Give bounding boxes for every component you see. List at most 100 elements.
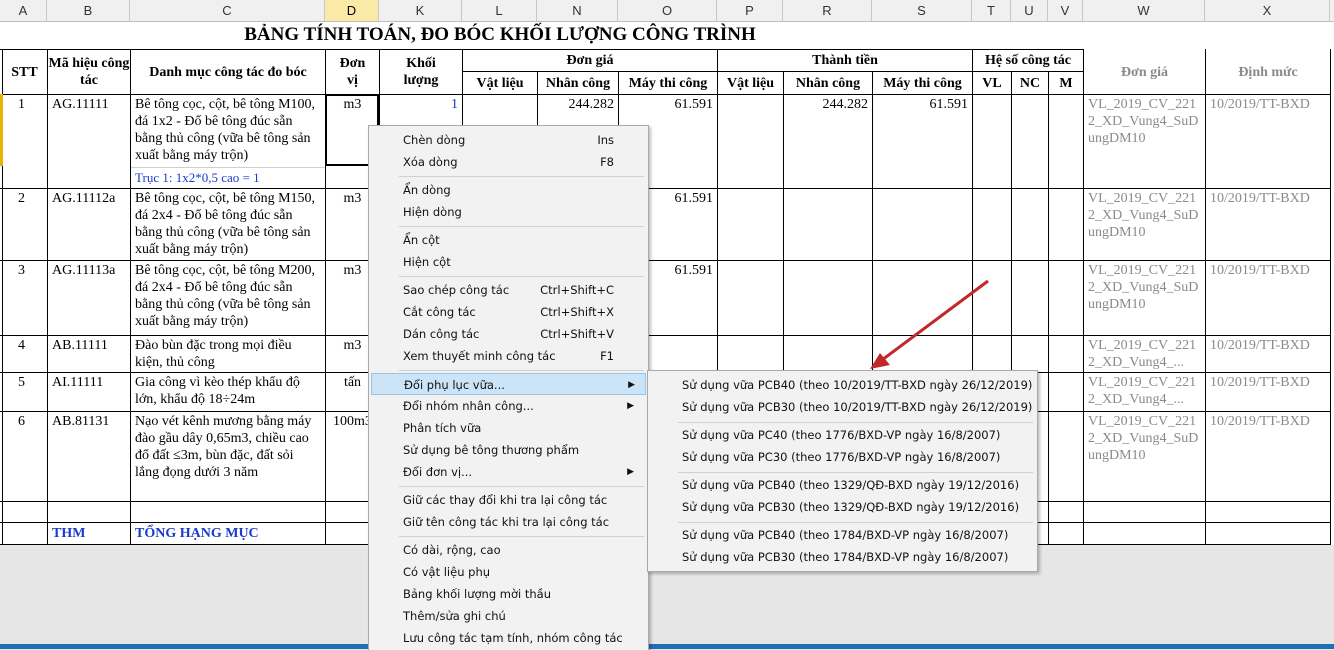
- row6-name[interactable]: Nạo vét kênh mương bằng máy đào gầu dây …: [131, 412, 325, 501]
- header-mtc: Máy thi công: [628, 75, 708, 91]
- row4-price-src[interactable]: VL_2019_CV_2212_XD_Vung4_...: [1084, 336, 1205, 372]
- row6-price-src[interactable]: VL_2019_CV_2212_XD_Vung4_SuDungDM10: [1084, 412, 1205, 482]
- col-header-d[interactable]: D: [325, 0, 379, 21]
- menu-item-aux-materials[interactable]: Có vật liệu phụ: [371, 561, 644, 583]
- menu-item-bid-quantity-table[interactable]: Bảng khối lượng mời thầu: [371, 583, 644, 605]
- menu-item-change-mortar-appendix[interactable]: Đổi phụ lục vữa... ▶: [371, 373, 646, 395]
- menu-item-hide-column[interactable]: Ẩn cột: [371, 229, 644, 251]
- header-c-vl: VL: [982, 75, 1002, 91]
- row5-norm[interactable]: 10/2019/TT-BXD: [1206, 373, 1330, 392]
- col-header-r[interactable]: R: [783, 0, 872, 21]
- submenu-item-pc40-1776[interactable]: Sử dụng vữa PC40 (theo 1776/BXD-VP ngày …: [650, 424, 1033, 446]
- row4-code[interactable]: AB.11111: [48, 336, 130, 355]
- col-header-b[interactable]: B: [47, 0, 130, 21]
- row3-stt[interactable]: 3: [14, 261, 47, 280]
- row5-name[interactable]: Gia công vì kèo thép khẩu độ lớn, khẩu đ…: [131, 373, 325, 411]
- row3-price-src[interactable]: VL_2019_CV_2212_XD_Vung4_SuDungDM10: [1084, 261, 1205, 334]
- header-nc: Nhân công: [545, 75, 611, 91]
- row6-code[interactable]: AB.81131: [48, 412, 130, 431]
- col-header-t[interactable]: T: [972, 0, 1011, 21]
- col-header-k[interactable]: K: [379, 0, 462, 21]
- submenu-item-pcb40-2019[interactable]: Sử dụng vữa PCB40 (theo 10/2019/TT-BXD n…: [650, 374, 1033, 396]
- row2-code[interactable]: AG.11112a: [48, 189, 130, 208]
- menu-item-dimensions[interactable]: Có dài, rộng, cao: [371, 539, 644, 561]
- row2-stt[interactable]: 2: [14, 189, 47, 208]
- row4-stt[interactable]: 4: [14, 336, 47, 355]
- row1-norm[interactable]: 10/2019/TT-BXD: [1206, 95, 1330, 114]
- header-norm: Định mức: [1238, 64, 1298, 80]
- selected-row-marker: [0, 94, 3, 166]
- row1-formula[interactable]: Trục 1: 1x2*0,5 cao = 1: [131, 168, 325, 187]
- menu-item-delete-row[interactable]: Xóa dòng F8: [371, 151, 644, 173]
- header-nc2: Nhân công: [795, 75, 861, 91]
- col-header-u[interactable]: U: [1011, 0, 1048, 21]
- menu-item-hide-row[interactable]: Ẩn dòng: [371, 179, 644, 201]
- row1-nc[interactable]: 244.282: [538, 95, 618, 114]
- header-code: Mã hiệu công tác: [48, 56, 130, 88]
- col-header-s[interactable]: S: [872, 0, 972, 21]
- column-header-bar: A B C D K L N O P R S T U V W X: [0, 0, 1334, 22]
- sheet-title: BẢNG TÍNH TOÁN, ĐO BÓC KHỐI LƯỢNG CÔNG T…: [244, 24, 756, 45]
- menu-item-view-description[interactable]: Xem thuyết minh công tác F1: [371, 345, 644, 367]
- row2-norm[interactable]: 10/2019/TT-BXD: [1206, 189, 1330, 208]
- submenu-item-pcb30-2019[interactable]: Sử dụng vữa PCB30 (theo 10/2019/TT-BXD n…: [650, 396, 1033, 418]
- submenu-item-pcb30-1784[interactable]: Sử dụng vữa PCB30 (theo 1784/BXD-VP ngày…: [650, 546, 1033, 568]
- col-header-c[interactable]: C: [130, 0, 325, 21]
- row1-stt[interactable]: 1: [14, 95, 47, 114]
- header-unit-price: Đơn giá: [566, 53, 614, 68]
- menu-item-change-unit[interactable]: Đổi đơn vị... ▶: [371, 461, 644, 483]
- row3-name[interactable]: Bê tông cọc, cột, bê tông M200, đá 2x4 -…: [131, 261, 325, 335]
- menu-item-paste-task[interactable]: Dán công tác Ctrl+Shift+V: [371, 323, 644, 345]
- row1-mtc2[interactable]: 61.591: [873, 95, 972, 114]
- header-vl2: Vật liệu: [726, 75, 775, 91]
- col-header-v[interactable]: V: [1048, 0, 1083, 21]
- row5-price-src[interactable]: VL_2019_CV_2212_XD_Vung4_...: [1084, 373, 1205, 411]
- row5-stt[interactable]: 5: [14, 373, 47, 392]
- chevron-right-icon: ▶: [627, 401, 634, 411]
- menu-item-use-ready-mix[interactable]: Sử dụng bê tông thương phẩm: [371, 439, 644, 461]
- menu-item-keep-task-name[interactable]: Giữ tên công tác khi tra lại công tác: [371, 511, 644, 533]
- col-header-w[interactable]: W: [1083, 0, 1205, 21]
- col-header-p[interactable]: P: [717, 0, 783, 21]
- menu-item-show-row[interactable]: Hiện dòng: [371, 201, 644, 223]
- header-coef: Hệ số công tác: [985, 53, 1071, 68]
- col-header-n[interactable]: N: [537, 0, 618, 21]
- row1-price-src[interactable]: VL_2019_CV_2212_XD_Vung4_SuDungDM10: [1084, 95, 1205, 167]
- menu-item-save-temp-task[interactable]: Lưu công tác tạm tính, nhóm công tác: [371, 627, 644, 649]
- col-header-l[interactable]: L: [462, 0, 537, 21]
- menu-item-analyze-mortar[interactable]: Phân tích vữa: [371, 417, 644, 439]
- row1-code[interactable]: AG.11111: [48, 95, 130, 114]
- menu-item-keep-changes[interactable]: Giữ các thay đổi khi tra lại công tác: [371, 489, 644, 511]
- row6-stt[interactable]: 6: [14, 412, 47, 431]
- menu-item-cut-task[interactable]: Cắt công tác Ctrl+Shift+X: [371, 301, 644, 323]
- row2-name[interactable]: Bê tông cọc, cột, bê tông M150, đá 2x4 -…: [131, 189, 325, 260]
- col-header-a[interactable]: A: [0, 0, 47, 21]
- menu-item-show-column[interactable]: Hiện cột: [371, 251, 644, 273]
- row1-name[interactable]: Bê tông cọc, cột, bê tông M100, đá 1x2 -…: [131, 95, 325, 167]
- menu-item-edit-note[interactable]: Thêm/sửa ghi chú: [371, 605, 644, 627]
- context-menu: Chèn dòng Ins Xóa dòng F8 Ẩn dòng Hiện dòn…: [368, 125, 649, 650]
- row1-nc2[interactable]: 244.282: [784, 95, 872, 114]
- total-row-code[interactable]: THM: [48, 524, 130, 543]
- row4-norm[interactable]: 10/2019/TT-BXD: [1206, 336, 1330, 355]
- row2-price-src[interactable]: VL_2019_CV_2212_XD_Vung4_SuDungDM10: [1084, 189, 1205, 259]
- menu-item-change-labor-group[interactable]: Đổi nhóm nhân công... ▶: [371, 395, 644, 417]
- col-header-o[interactable]: O: [618, 0, 717, 21]
- row1-mtc[interactable]: 61.591: [619, 95, 717, 114]
- menu-item-insert-row[interactable]: Chèn dòng Ins: [371, 129, 644, 151]
- row6-norm[interactable]: 10/2019/TT-BXD: [1206, 412, 1330, 431]
- submenu-item-pcb40-1784[interactable]: Sử dụng vữa PCB40 (theo 1784/BXD-VP ngày…: [650, 524, 1033, 546]
- menu-item-copy-task[interactable]: Sao chép công tác Ctrl+Shift+C: [371, 279, 644, 301]
- row1-qty[interactable]: 1: [380, 95, 462, 114]
- header-mtc2: Máy thi công: [883, 75, 962, 91]
- row4-name[interactable]: Đào bùn đặc trong mọi điều kiện, thủ côn…: [131, 336, 325, 372]
- submenu-item-pcb40-1329[interactable]: Sử dụng vữa PCB40 (theo 1329/QĐ-BXD ngày…: [650, 474, 1033, 496]
- header-total: Thành tiền: [812, 53, 878, 68]
- row5-code[interactable]: AI.11111: [48, 373, 130, 392]
- row3-code[interactable]: AG.11113a: [48, 261, 130, 280]
- row3-norm[interactable]: 10/2019/TT-BXD: [1206, 261, 1330, 280]
- total-row-name[interactable]: TỔNG HẠNG MỤC: [131, 524, 325, 543]
- col-header-x[interactable]: X: [1205, 0, 1330, 21]
- submenu-item-pc30-1776[interactable]: Sử dụng vữa PC30 (theo 1776/BXD-VP ngày …: [650, 446, 1033, 468]
- submenu-item-pcb30-1329[interactable]: Sử dụng vữa PCB30 (theo 1329/QĐ-BXD ngày…: [650, 496, 1033, 518]
